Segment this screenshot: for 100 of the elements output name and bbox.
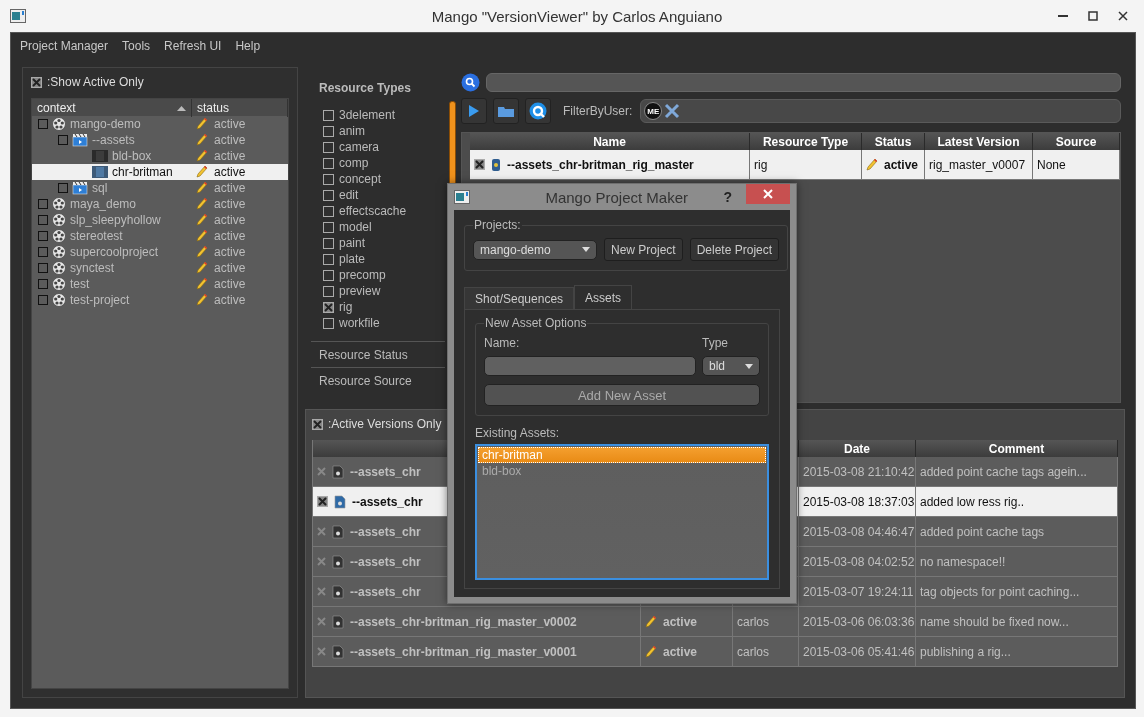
expand-box-icon[interactable]	[58, 135, 68, 145]
checkbox[interactable]	[323, 189, 334, 201]
checkbox[interactable]	[323, 269, 334, 281]
film-reel-icon	[52, 245, 66, 259]
tree-row[interactable]: synctest active	[32, 260, 288, 276]
table-cell: rig	[750, 150, 862, 180]
checkbox[interactable]	[323, 125, 334, 137]
search-field[interactable]	[486, 73, 1121, 92]
table-cell: added point cache tags	[916, 517, 1118, 547]
type-dropdown[interactable]: bld	[702, 356, 760, 376]
section-header[interactable]: Resource Source	[311, 367, 445, 393]
table-cell[interactable]: --assets_chr-britman_rig_master_v0001	[313, 637, 641, 667]
checkbox[interactable]	[323, 141, 334, 153]
menu-item[interactable]: Refresh UI	[164, 39, 222, 53]
checkbox[interactable]	[31, 76, 42, 88]
expand-box-icon[interactable]	[38, 119, 48, 129]
table-cell[interactable]: --assets_chr-britman_rig_master_v0002	[313, 607, 641, 637]
column-header[interactable]: Comment	[916, 440, 1118, 457]
refresh-button[interactable]	[525, 98, 551, 124]
dialog-button[interactable]: New Project	[604, 238, 683, 261]
status-text: active	[214, 165, 246, 179]
column-header[interactable]: Name	[470, 133, 750, 150]
menu-item[interactable]: Help	[235, 39, 261, 53]
tree-row[interactable]: stereotest active	[32, 228, 288, 244]
checkbox-label: camera	[339, 140, 379, 154]
pencil-icon	[196, 165, 208, 179]
tree-row[interactable]: bld-box active	[32, 148, 288, 164]
table-cell[interactable]: --assets_chr-britman_rig_master	[470, 150, 750, 180]
checkbox[interactable]	[323, 157, 334, 169]
expand-box-icon[interactable]	[38, 231, 48, 241]
pencil-icon	[645, 644, 657, 659]
tree-row[interactable]: supercoolproject active	[32, 244, 288, 260]
tree-item-label: synctest	[70, 261, 114, 275]
tree-row[interactable]: --assets active	[32, 132, 288, 148]
expand-box-icon[interactable]	[38, 295, 48, 305]
tree-row[interactable]: slp_sleepyhollow active	[32, 212, 288, 228]
refresh-icon	[529, 102, 547, 120]
window-title: Mango "VersionViewer" by Carlos Anguiano	[430, 7, 724, 25]
tab[interactable]: Assets	[574, 285, 633, 309]
pencil-icon	[645, 614, 657, 629]
expand-box-icon[interactable]	[38, 215, 48, 225]
play-icon	[468, 104, 480, 118]
pencil-icon	[196, 149, 208, 163]
checkbox[interactable]	[323, 285, 334, 297]
tree-row[interactable]: sql active	[32, 180, 288, 196]
column-header[interactable]: Status	[862, 133, 925, 150]
status-text: active	[214, 197, 246, 211]
column-header[interactable]: Date	[799, 440, 916, 457]
expand-box-icon[interactable]	[38, 279, 48, 289]
checkbox[interactable]	[312, 418, 323, 430]
checkbox-label: anim	[339, 124, 365, 138]
menu-item[interactable]: Project Manager	[20, 39, 109, 53]
expand-box-icon[interactable]	[38, 263, 48, 273]
help-button[interactable]: ?	[723, 189, 732, 205]
table-cell: None	[1033, 150, 1120, 180]
expand-box-icon[interactable]	[58, 183, 68, 193]
user-badge[interactable]: ME	[644, 102, 663, 120]
checkbox[interactable]	[323, 221, 334, 233]
checkbox[interactable]	[323, 173, 334, 185]
table-cell: name should be fixed now...	[916, 607, 1118, 637]
tree-row[interactable]: test-project active	[32, 292, 288, 308]
column-header[interactable]: Resource Type	[750, 133, 862, 150]
section-header[interactable]: Resource Types	[311, 75, 445, 101]
pencil-icon	[196, 261, 208, 275]
column-header[interactable]: Latest Version	[925, 133, 1033, 150]
name-field[interactable]	[484, 356, 696, 376]
status-text: active	[214, 117, 246, 131]
row-checkbox[interactable]	[317, 496, 328, 507]
column-header[interactable]: Source	[1033, 133, 1120, 150]
checkbox[interactable]	[323, 205, 334, 217]
status-text: active	[214, 213, 246, 227]
expand-box-icon[interactable]	[38, 199, 48, 209]
dialog-button[interactable]: Delete Project	[689, 238, 780, 261]
checkbox-label: comp	[339, 156, 369, 170]
tree-row[interactable]: test active	[32, 276, 288, 292]
document-icon	[332, 464, 344, 479]
menu-item[interactable]: Tools	[122, 39, 151, 53]
tree-row[interactable]: maya_demo active	[32, 196, 288, 212]
row-checkbox[interactable]	[474, 159, 485, 170]
tree-row[interactable]: chr-britman active	[32, 164, 288, 180]
pencil-icon	[866, 157, 878, 172]
checkbox[interactable]	[323, 253, 334, 265]
checkbox[interactable]	[323, 109, 334, 121]
project-dropdown[interactable]: mango-demo	[473, 239, 597, 260]
checkbox[interactable]	[323, 317, 334, 329]
tab[interactable]: Shot/Sequences	[464, 287, 575, 309]
checkbox[interactable]	[323, 301, 334, 313]
folder-button[interactable]	[493, 98, 519, 124]
close-icon	[1118, 11, 1128, 21]
section-header[interactable]: Resource Status	[311, 341, 445, 367]
expand-box-icon[interactable]	[38, 247, 48, 257]
user-filter-field[interactable]: ME	[640, 99, 1121, 123]
checkbox[interactable]	[323, 237, 334, 249]
pencil-icon	[196, 181, 208, 195]
column-header[interactable]: status	[192, 99, 288, 117]
clear-icon[interactable]	[664, 103, 681, 119]
play-button[interactable]	[461, 98, 487, 124]
group-title: Projects:	[473, 218, 522, 232]
search-icon[interactable]	[461, 73, 480, 92]
tree-row[interactable]: mango-demo active	[32, 116, 288, 132]
